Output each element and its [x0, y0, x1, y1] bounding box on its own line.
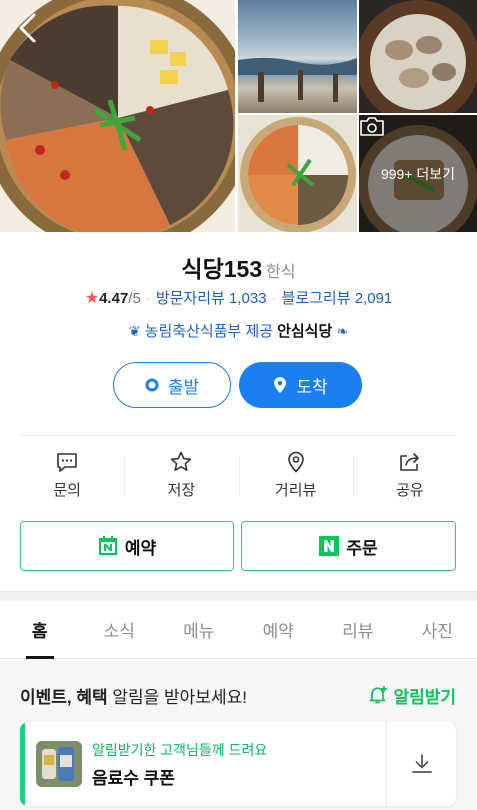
tab-bar: 홈 소식 메뉴 예약 리뷰 사진	[0, 601, 477, 659]
depart-label: 출발	[167, 377, 200, 397]
location-pin-icon	[287, 451, 304, 473]
share-button[interactable]: 공유	[352, 450, 467, 508]
laurel-left-icon: ❦	[128, 323, 141, 339]
more-photos-overlay[interactable]: 999+ 더보기	[359, 115, 477, 232]
main-photo[interactable]	[0, 0, 235, 232]
tab-reservation[interactable]: 예약	[239, 601, 319, 658]
tab-menu[interactable]: 메뉴	[159, 601, 239, 658]
action-label: 저장	[167, 482, 196, 499]
photo-thumb[interactable]	[238, 0, 357, 113]
photo-thumb[interactable]	[359, 0, 477, 113]
place-name: 식당153	[181, 256, 263, 282]
chat-icon	[57, 453, 77, 472]
section-divider	[0, 591, 477, 601]
visitor-reviews-link[interactable]: 방문자리뷰 1,033	[156, 290, 267, 307]
review-summary: ★4.47/5 · 방문자리뷰 1,033 · 블로그리뷰 2,091	[0, 287, 477, 308]
naver-order-icon	[319, 536, 340, 556]
save-button[interactable]: 저장	[124, 450, 238, 508]
safe-restaurant-badge[interactable]: ❦ 농림축산식품부 제공 안심식당 ❧	[0, 320, 477, 341]
subscribe-alarm-button[interactable]: 알림받기	[368, 683, 456, 708]
coupon-accent-bar	[20, 722, 25, 806]
coupon-card[interactable]: 알림받기한 고객님들께 드려요 음료수 쿠폰	[20, 722, 456, 806]
event-text-bold: 이벤트, 혜택	[20, 687, 108, 707]
camera-icon	[360, 117, 384, 136]
tab-home[interactable]: 홈	[0, 601, 80, 659]
action-label: 공유	[396, 482, 424, 499]
event-text-rest: 알림을 받아보세요!	[107, 687, 247, 707]
event-text: 이벤트, 혜택 알림을 받아보세요!	[20, 683, 247, 708]
action-label: 문의	[53, 482, 81, 499]
separator-dot: ·	[271, 290, 277, 307]
separator-dot: ·	[145, 290, 151, 307]
photo-gallery: 999+ 더보기	[0, 0, 477, 232]
coupon-title: 음료수 쿠폰	[92, 769, 175, 788]
star-icon	[171, 451, 192, 471]
coupon-subtitle: 알림받기한 고객님들께 드려요	[92, 742, 268, 758]
location-pin-icon	[274, 377, 287, 393]
reserve-button[interactable]: 예약	[20, 521, 234, 571]
action-bar: 문의 저장 거리뷰 공유	[10, 450, 467, 508]
blog-reviews-link[interactable]: 블로그리뷰 2,091	[282, 290, 393, 307]
order-label: 주문	[346, 538, 378, 558]
rating-value: 4.47	[99, 290, 129, 307]
share-icon	[400, 453, 419, 471]
reserve-label: 예약	[124, 538, 157, 558]
street-view-button[interactable]: 거리뷰	[238, 450, 353, 508]
place-category: 한식	[266, 264, 296, 281]
badge-provider: 농림축산식품부 제공	[144, 323, 274, 340]
origin-dot-icon	[145, 378, 159, 392]
bell-plus-icon	[370, 685, 388, 704]
coupon-download-button[interactable]	[387, 722, 456, 806]
star-icon: ★	[84, 290, 100, 307]
tab-news[interactable]: 소식	[80, 601, 160, 658]
badge-brand: 안심식당	[277, 323, 333, 340]
arrive-button[interactable]: 도착	[239, 362, 362, 408]
photo-thumb[interactable]	[238, 115, 357, 232]
depart-button[interactable]: 출발	[113, 362, 231, 408]
action-label: 거리뷰	[274, 482, 317, 499]
tab-photos[interactable]: 사진	[398, 601, 477, 658]
back-button[interactable]	[12, 10, 44, 46]
divider	[20, 435, 456, 436]
event-notice: 이벤트, 혜택 알림을 받아보세요! 알림받기	[20, 681, 456, 709]
chevron-left-icon	[19, 13, 36, 43]
more-photos-label: 999+ 더보기	[380, 165, 456, 182]
naver-booking-icon	[98, 536, 117, 555]
laurel-right-icon: ❧	[336, 323, 349, 339]
place-title: 식당153 한식	[0, 250, 477, 284]
download-icon	[411, 754, 432, 773]
more-photos[interactable]: 999+ 더보기	[359, 115, 477, 232]
inquiry-button[interactable]: 문의	[10, 450, 124, 508]
rating-max: /5	[128, 290, 141, 307]
arrive-label: 도착	[296, 377, 328, 397]
alarm-label: 알림받기	[393, 687, 456, 707]
tab-reviews[interactable]: 리뷰	[318, 601, 398, 658]
coupon-thumbnail	[36, 741, 82, 787]
order-button[interactable]: 주문	[241, 521, 456, 571]
